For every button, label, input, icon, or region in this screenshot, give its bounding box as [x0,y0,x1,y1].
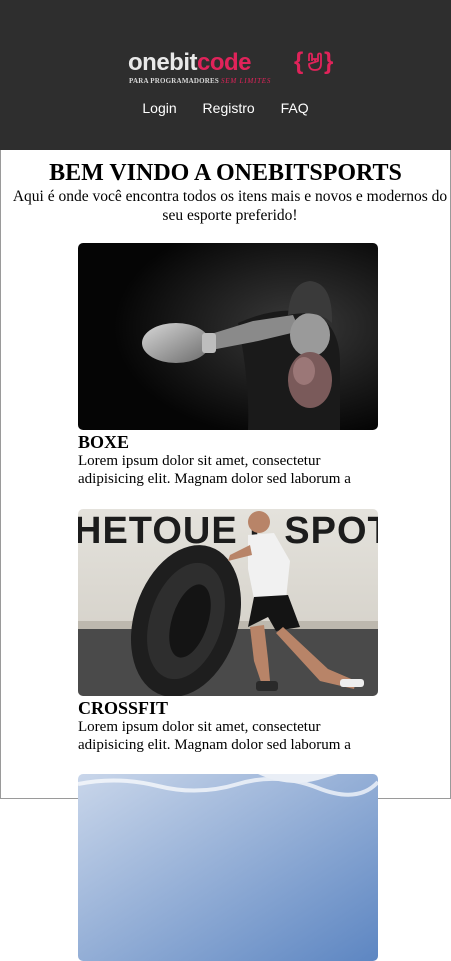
nav-login-link[interactable]: Login [142,100,176,116]
sport-card-crossfit[interactable]: HETOUE L SPOT CROSSFIT Lorem ipsum dolor… [78,509,378,754]
logo-brace-open: { [294,48,304,75]
site-header: onebitcode { } PARA PROGRAMADORES SEM LI… [0,0,451,150]
card-description: Lorem ipsum dolor sit amet, consectetur … [78,453,351,487]
logo-word-code: code [197,49,252,76]
boxer-photo[interactable] [78,243,378,430]
logo-tagline: PARA PROGRAMADORES SEM LIMITES [129,77,271,85]
card-title: BOXE [78,432,130,452]
card-description: Lorem ipsum dolor sit amet, consectetur … [78,719,351,753]
swimming-photo[interactable] [78,774,378,961]
sport-card-boxe[interactable]: BOXE Lorem ipsum dolor sit amet, consect… [78,243,378,488]
page-subtitle: Aqui é onde você encontra todos os itens… [12,188,448,224]
card-title: CROSSFIT [78,698,169,718]
crossfit-tire-flip-photo[interactable]: HETOUE L SPOT [78,509,378,696]
logo-tagline-accent: SEM LIMITES [220,77,272,85]
logo-word-onebit: onebit [128,49,198,76]
rock-hand-icon [308,52,322,71]
nav-registro-link[interactable]: Registro [203,100,255,116]
main-nav: Login Registro FAQ [0,100,451,116]
sport-card-swimming[interactable] [78,774,378,961]
logo-wordmark: onebitcode [128,49,252,76]
site-logo[interactable]: onebitcode { } PARA PROGRAMADORES SEM LI… [128,48,334,86]
logo-tagline-main: PARA PROGRAMADORES [129,77,219,85]
logo-brace-close: } [324,48,334,75]
wall-graffiti-text: HETOUE L SPOT [78,510,378,552]
page-title: BEM VINDO A ONEBITSPORTS [49,160,402,186]
nav-faq-link[interactable]: FAQ [281,100,309,116]
